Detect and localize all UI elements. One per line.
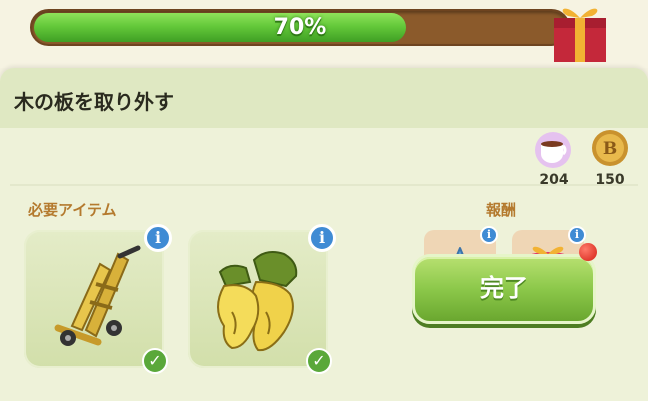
info-icon[interactable]: i — [144, 224, 172, 252]
coin-icon: B — [592, 130, 628, 166]
progress-strip: 70% — [0, 0, 648, 68]
hand-truck-icon — [54, 245, 141, 346]
info-icon[interactable]: i — [308, 224, 336, 252]
required-items-label: 必要アイテム — [28, 201, 117, 219]
required-item-card[interactable]: i ✓ — [24, 224, 172, 374]
check-icon: ✓ — [306, 348, 332, 374]
panel-title: 木の板を取り外す — [14, 90, 174, 114]
svg-text:B: B — [603, 139, 617, 159]
progress-label: 70% — [273, 15, 327, 40]
tea-resource: 204 — [530, 130, 578, 188]
rewards-label: 報酬 — [486, 201, 517, 219]
coin-resource: B 150 — [586, 128, 634, 188]
gift-box-icon[interactable] — [548, 0, 612, 62]
complete-button[interactable]: 完了 — [412, 254, 596, 324]
info-icon[interactable]: i — [480, 226, 498, 244]
notification-dot — [579, 243, 597, 261]
divider — [10, 184, 638, 186]
tea-cup-icon — [535, 132, 571, 168]
required-item-card[interactable]: i ✓ — [188, 224, 336, 374]
title-bar: 木の板を取り外す — [0, 68, 648, 128]
info-icon[interactable]: i — [568, 226, 586, 244]
work-gloves-icon — [217, 251, 298, 352]
task-panel: 木の板を取り外す 204 B 150 必要アイテム i ✓ i ✓ 報酬 i i — [0, 68, 648, 401]
check-icon: ✓ — [142, 348, 168, 374]
progress-bar: 70% — [30, 9, 570, 46]
